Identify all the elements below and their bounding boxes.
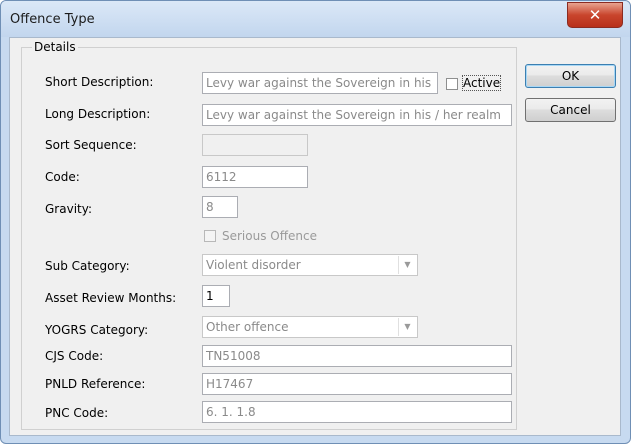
yogrs-category-select[interactable]: Other offence ▼ xyxy=(202,316,418,338)
active-label[interactable]: Active xyxy=(461,75,502,91)
pnld-reference-input[interactable]: H17467 xyxy=(202,373,512,395)
code-input[interactable]: 6112 xyxy=(202,166,308,188)
cancel-button[interactable]: Cancel xyxy=(525,98,616,122)
window-title: Offence Type xyxy=(10,12,95,27)
close-icon: ✕ xyxy=(588,6,602,24)
asset-review-months-input[interactable]: 1 xyxy=(202,285,230,307)
short-description-label: Short Description: xyxy=(45,75,154,89)
pnld-reference-label: PNLD Reference: xyxy=(45,377,146,391)
chevron-down-icon[interactable]: ▼ xyxy=(398,256,416,274)
serious-offence-checkbox[interactable] xyxy=(204,230,216,242)
cjs-code-label: CJS Code: xyxy=(45,349,104,363)
sub-category-label: Sub Category: xyxy=(45,259,130,273)
long-description-label: Long Description: xyxy=(45,107,151,121)
asset-review-months-label: Asset Review Months: xyxy=(45,291,177,305)
chevron-down-icon[interactable]: ▼ xyxy=(398,318,416,336)
serious-offence-label: Serious Offence xyxy=(222,229,317,243)
title-bar[interactable]: Offence Type ✕ xyxy=(1,1,630,37)
gravity-label: Gravity: xyxy=(45,202,92,216)
yogrs-category-label: YOGRS Category: xyxy=(45,323,149,337)
details-legend: Details xyxy=(32,40,78,54)
close-button[interactable]: ✕ xyxy=(567,2,623,28)
cjs-code-input[interactable]: TN51008 xyxy=(202,345,512,367)
active-checkbox[interactable] xyxy=(446,78,458,90)
sort-sequence-input[interactable] xyxy=(202,134,308,156)
gravity-input[interactable]: 8 xyxy=(202,196,238,218)
sub-category-value: Violent disorder xyxy=(206,258,301,272)
ok-button[interactable]: OK xyxy=(525,64,616,88)
short-description-input[interactable]: Levy war against the Sovereign in his xyxy=(202,72,438,94)
code-label: Code: xyxy=(45,170,80,184)
sort-sequence-label: Sort Sequence: xyxy=(45,138,137,152)
pnc-code-label: PNC Code: xyxy=(45,406,109,420)
yogrs-category-value: Other offence xyxy=(206,320,289,334)
long-description-input[interactable]: Levy war against the Sovereign in his / … xyxy=(202,104,512,126)
sub-category-select[interactable]: Violent disorder ▼ xyxy=(202,254,418,276)
pnc-code-input[interactable]: 6. 1. 1.8 xyxy=(202,401,512,423)
